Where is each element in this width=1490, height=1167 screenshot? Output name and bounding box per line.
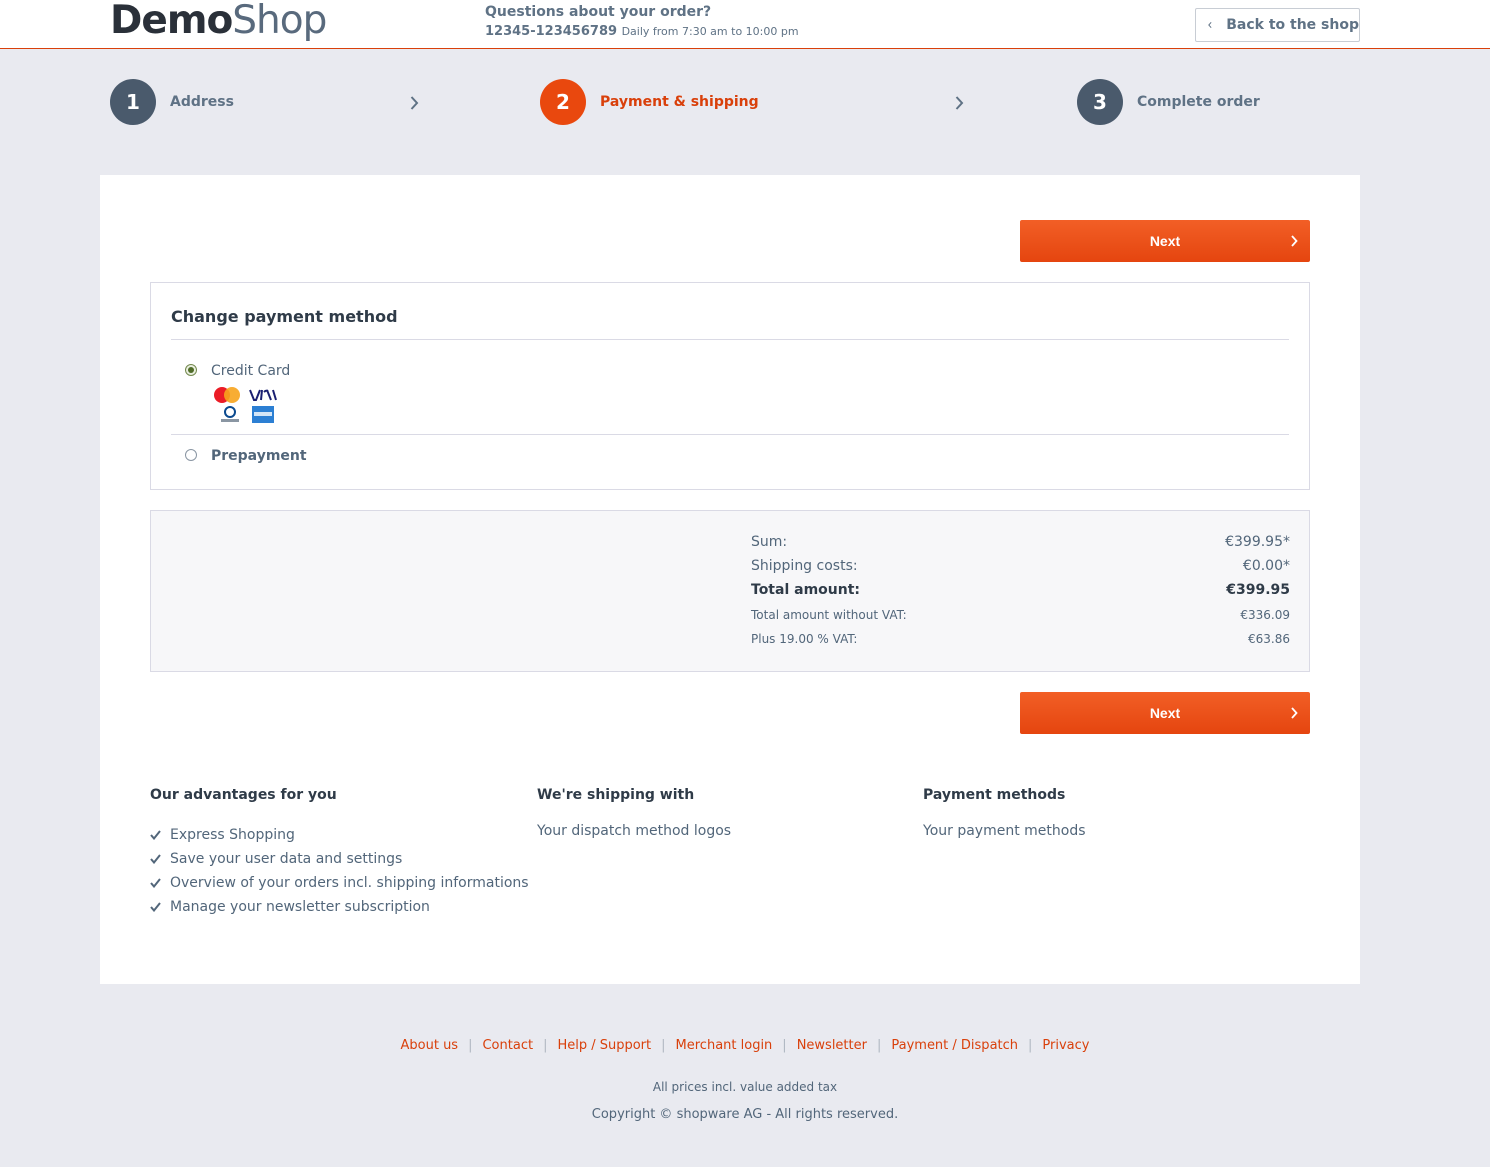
credit-card-radio[interactable] [185, 364, 197, 376]
prepayment-label[interactable]: Prepayment [211, 448, 307, 464]
logo-demo: Demo [110, 0, 233, 43]
footer-link-privacy[interactable]: Privacy [1042, 1038, 1089, 1053]
list-item: Save your user data and settings [150, 847, 529, 871]
footer-link-help-support[interactable]: Help / Support [557, 1038, 651, 1053]
shipping-costs-value: €0.00* [1242, 558, 1290, 574]
footer-link-merchant-login[interactable]: Merchant login [676, 1038, 773, 1053]
hotline-number: 12345-123456789 [485, 24, 618, 39]
link-divider: | [782, 1038, 787, 1053]
hotline-hours: Daily from 7:30 am to 10:00 pm [621, 25, 799, 38]
hotline: Questions about your order? 12345-123456… [485, 4, 799, 39]
advantage-text: Manage your newsletter subscription [170, 899, 430, 915]
payment-methods-text: Your payment methods [923, 823, 1086, 839]
net-amount-value: €336.09 [1240, 608, 1290, 622]
total-amount-value: €399.95 [1226, 582, 1290, 598]
payment-panel-title: Change payment method [171, 307, 398, 326]
chevron-right-icon [1291, 707, 1298, 719]
credit-card-logos [214, 387, 277, 423]
divider [171, 434, 1289, 435]
check-icon [150, 830, 161, 840]
vat-value: €63.86 [1248, 632, 1290, 646]
payment-methods-title: Payment methods [923, 787, 1066, 803]
advantage-text: Express Shopping [170, 827, 295, 843]
sum-row: Sum: €399.95* [751, 534, 1290, 550]
total-amount-label: Total amount: [751, 582, 860, 598]
shipping-costs-label: Shipping costs: [751, 558, 858, 574]
advantages-title: Our advantages for you [150, 787, 337, 803]
step-label: Complete order [1137, 94, 1260, 110]
divider [171, 339, 1289, 340]
link-divider: | [468, 1038, 473, 1053]
back-to-shop-button[interactable]: Back to the shop [1195, 8, 1360, 42]
link-divider: | [661, 1038, 666, 1053]
copyright: Copyright © shopware AG - All rights res… [591, 1107, 899, 1122]
advantage-text: Save your user data and settings [170, 851, 403, 867]
net-amount-row: Total amount without VAT: €336.09 [751, 608, 1290, 622]
shipping-title: We're shipping with [537, 787, 695, 803]
total-amount-row: Total amount: €399.95 [751, 582, 1290, 598]
checkout-content: Next Change payment method Credit Card P… [100, 175, 1360, 984]
footer-links: About us | Contact | Help / Support | Merch… [0, 1038, 1490, 1053]
chevron-right-icon [410, 96, 419, 110]
next-label: Next [1149, 233, 1181, 249]
vat-note: All prices incl. value added tax [652, 1080, 838, 1094]
check-icon [150, 902, 161, 912]
chevron-left-icon [1208, 22, 1212, 28]
site-header: DemoShop Questions about your order? 123… [0, 0, 1490, 49]
hotline-number-line: 12345-123456789 Daily from 7:30 am to 10… [485, 24, 799, 39]
advantages-list: Express Shopping Save your user data and… [150, 823, 529, 919]
chevron-right-icon [955, 96, 964, 110]
footer-link-contact[interactable]: Contact [482, 1038, 533, 1053]
shipping-column: We're shipping with Your dispatch method… [537, 787, 731, 839]
vat-label: Plus 19.00 % VAT: [751, 632, 858, 646]
link-divider: | [876, 1038, 882, 1053]
step-label: Address [170, 94, 234, 110]
vat-row: Plus 19.00 % VAT: €63.86 [751, 632, 1290, 646]
link-divider: | [1028, 1038, 1033, 1053]
footer-link-payment-dispatch[interactable]: Payment / Dispatch [891, 1038, 1018, 1053]
link-divider: | [543, 1038, 548, 1053]
hotline-question: Questions about your order? [485, 4, 712, 20]
step-complete-order: 3 Complete order [1077, 79, 1260, 125]
check-icon [150, 878, 161, 888]
list-item: Manage your newsletter subscription [150, 895, 529, 919]
credit-card-label[interactable]: Credit Card [211, 363, 290, 379]
logo-shop: Shop [232, 0, 327, 43]
list-item: Overview of your orders incl. shipping i… [150, 871, 529, 895]
payment-methods-column: Payment methods Your payment methods [923, 787, 1086, 839]
payment-method-panel: Change payment method Credit Card Prepay… [150, 282, 1310, 490]
check-icon [150, 854, 161, 864]
step-number: 1 [110, 79, 156, 125]
shipping-text: Your dispatch method logos [537, 823, 732, 839]
back-to-shop-label: Back to the shop [1226, 17, 1359, 33]
next-label: Next [1149, 705, 1181, 721]
step-number: 3 [1077, 79, 1123, 125]
net-amount-label: Total amount without VAT: [751, 608, 907, 622]
step-label: Payment & shipping [600, 94, 759, 110]
next-button-top[interactable]: Next [1020, 220, 1310, 262]
shop-logo[interactable]: DemoShop [110, 0, 327, 43]
footer-link-newsletter[interactable]: Newsletter [797, 1038, 867, 1053]
footer-link-about-us[interactable]: About us [401, 1038, 459, 1053]
advantages-column: Our advantages for you Express Shopping … [150, 787, 529, 919]
sum-label: Sum: [751, 534, 788, 550]
advantage-text: Overview of your orders incl. shipping i… [170, 875, 529, 891]
chevron-right-icon [1291, 235, 1298, 247]
order-summary: Sum: €399.95* Shipping costs: €0.00* Tot… [150, 510, 1310, 672]
prepayment-radio[interactable] [185, 449, 197, 461]
shipping-costs-row: Shipping costs: €0.00* [751, 558, 1290, 574]
sum-value: €399.95* [1225, 534, 1290, 550]
step-number: 2 [540, 79, 586, 125]
step-payment-shipping: 2 Payment & shipping [540, 79, 759, 125]
step-address: 1 Address [110, 79, 234, 125]
next-button-bottom[interactable]: Next [1020, 692, 1310, 734]
list-item: Express Shopping [150, 823, 529, 847]
